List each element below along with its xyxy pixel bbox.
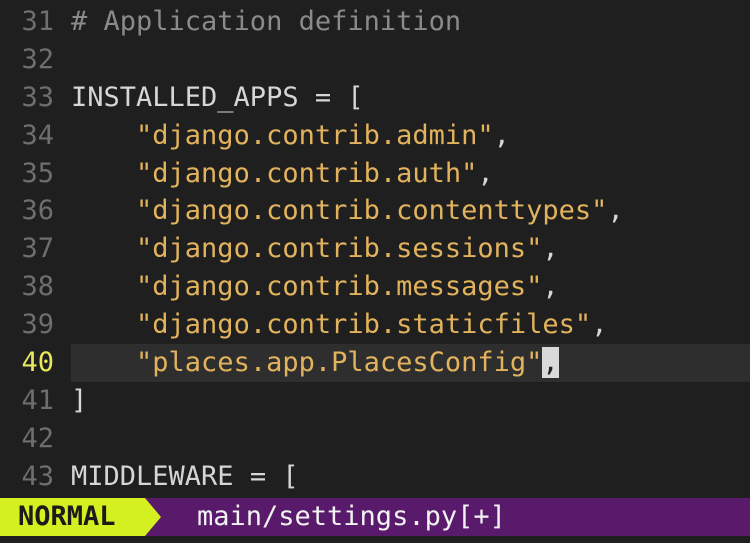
code-text: "django.contrib.sessions", [71,230,750,268]
code-line[interactable]: 33 INSTALLED_APPS = [ [0,79,750,117]
line-number: 37 [21,233,54,265]
line-number: 32 [21,43,54,75]
text-cursor[interactable]: , [542,347,559,379]
code-text: "django.contrib.admin", [71,117,750,155]
code-line[interactable]: 43 MIDDLEWARE = [ [0,458,750,496]
vim-editor[interactable]: 31 # Application definition 32 33 INSTAL… [0,0,750,543]
code-line[interactable]: 37 "django.contrib.sessions", [0,230,750,268]
line-number: 38 [21,271,54,303]
empty-line [71,41,750,79]
string-literal: "django.contrib.staticfiles" [136,309,592,341]
line-number: 31 [21,6,54,37]
code-line[interactable]: 35 "django.contrib.auth", [0,155,750,193]
comma: , [591,309,608,341]
file-name: main/settings.py[+] [197,501,506,532]
identifier: INSTALLED_APPS [71,81,299,113]
comma: , [477,157,494,189]
comma: , [542,233,559,265]
string-literal: "places.app.PlacesConfig" [136,347,543,379]
assignment: = [ [298,81,364,113]
line-number: 42 [21,422,54,454]
code-line[interactable]: 42 [0,420,750,458]
comment-text: # Application definition [71,6,462,37]
code-line[interactable]: 31 # Application definition [0,3,750,41]
code-text: MIDDLEWARE = [ [71,458,750,496]
comma: , [493,119,510,151]
comma: , [542,271,559,303]
code-line[interactable]: 34 "django.contrib.admin", [0,117,750,155]
command-line[interactable] [0,536,750,543]
identifier: MIDDLEWARE [71,460,234,492]
line-number: 39 [21,309,54,341]
current-line-number: 40 [21,347,54,379]
line-number: 36 [21,195,54,227]
code-line[interactable]: 36 "django.contrib.contenttypes", [0,192,750,230]
mode-indicator: NORMAL [0,498,145,536]
string-literal: "django.contrib.admin" [136,119,494,151]
code-line[interactable]: 39 "django.contrib.staticfiles", [0,306,750,344]
string-literal: "django.contrib.auth" [136,157,478,189]
line-number: 41 [21,384,54,416]
string-literal: "django.contrib.messages" [136,271,543,303]
code-line[interactable]: 41 ] [0,382,750,420]
line-number: 43 [21,460,54,492]
line-number: 33 [21,81,54,113]
current-code-line[interactable]: 40 "places.app.PlacesConfig", [0,344,750,382]
code-text: "django.contrib.contenttypes", [71,192,750,230]
line-number: 34 [21,119,54,151]
assignment: = [ [233,460,299,492]
empty-line [71,420,750,458]
code-text: INSTALLED_APPS = [ [71,79,750,117]
closing-bracket: ] [71,384,88,416]
status-line: NORMAL main/settings.py[+] [0,498,750,536]
code-text: "django.contrib.staticfiles", [71,306,750,344]
line-number: 35 [21,157,54,189]
powerline-separator-icon [145,498,161,536]
code-line[interactable]: 32 [0,41,750,79]
string-literal: "django.contrib.contenttypes" [136,195,608,227]
string-literal: "django.contrib.sessions" [136,233,543,265]
code-text: "places.app.PlacesConfig", [71,344,750,382]
code-line[interactable]: 38 "django.contrib.messages", [0,268,750,306]
code-text: "django.contrib.messages", [71,268,750,306]
code-buffer[interactable]: 31 # Application definition 32 33 INSTAL… [0,3,750,496]
comma: , [607,195,624,227]
code-text: "django.contrib.auth", [71,155,750,193]
